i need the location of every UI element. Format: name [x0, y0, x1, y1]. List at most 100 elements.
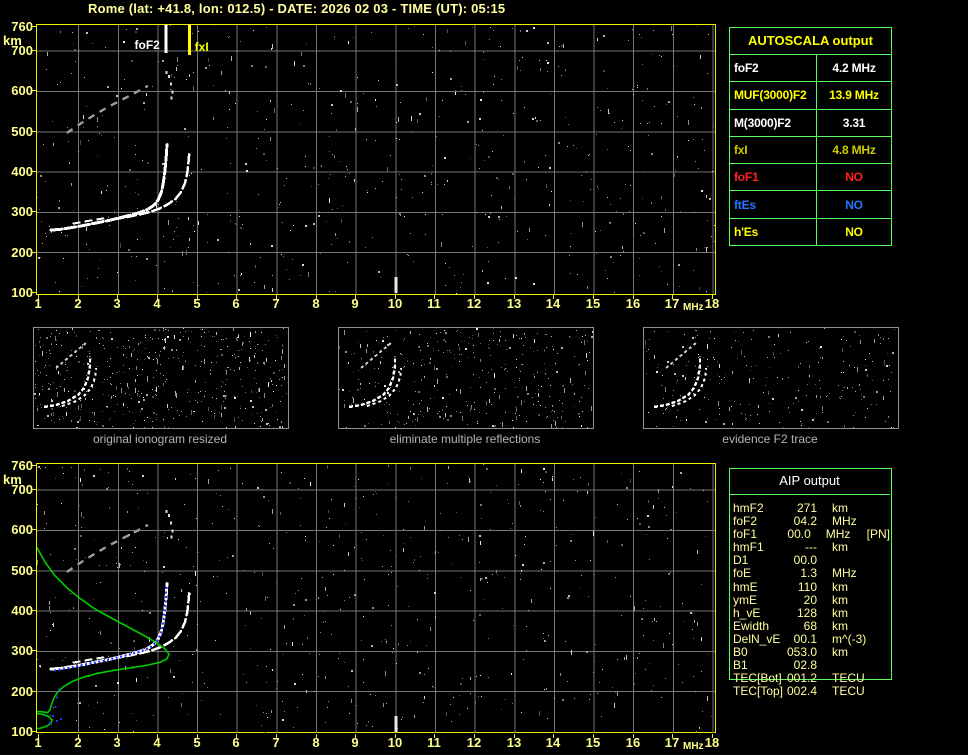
autoscala-row-muf3000f2: MUF(3000)F2 13.9 MHz [730, 81, 891, 109]
x-tick [633, 734, 634, 738]
echo-dot [168, 75, 171, 79]
x-tick [434, 295, 435, 299]
top-ionogram-canvas: foF2 fxI [37, 25, 715, 294]
echo-dot [171, 529, 174, 533]
aip-table-header: AIP output [729, 468, 890, 495]
y-tick [32, 489, 36, 490]
x-tick [197, 734, 198, 738]
x-tick [672, 734, 673, 738]
mini-second-hop [665, 342, 697, 369]
autoscala-row-label: foF1 [730, 164, 817, 191]
x-tick [157, 734, 158, 738]
aip-row-yme: ymE 20 km [733, 592, 890, 607]
mini-second-hop [360, 342, 392, 369]
y-tick [32, 131, 36, 132]
bottom-ionogram-canvas [37, 464, 715, 733]
fitted-stray-dot [59, 718, 62, 721]
x-tick [712, 295, 713, 299]
panel-evidence-f2-trace [643, 327, 899, 429]
x-axis-unit: MHz [683, 741, 704, 752]
autoscala-row-fof1: foF1 NO [730, 163, 891, 191]
x-tick [117, 734, 118, 738]
y-tick-label: 200 [11, 245, 33, 260]
y-tick-label: 500 [11, 563, 33, 578]
e-layer-loop [37, 712, 54, 730]
aip-cell-e: [PN] [866, 527, 890, 542]
x-tick [514, 734, 515, 738]
x-tick [276, 295, 277, 299]
aip-cell-n: ymE [733, 592, 757, 607]
y-tick [32, 465, 36, 466]
aip-cell-v: 20 [803, 592, 817, 607]
y-axis-unit: km [3, 33, 22, 48]
y-axis-unit: km [3, 472, 22, 487]
aip-cell-u: km [832, 540, 848, 555]
station-title: Rome (lat: +41.8, lon: 012.5) - DATE: 20… [88, 1, 506, 16]
x-tick [633, 295, 634, 299]
aip-cell-n: Ewidth [733, 618, 770, 633]
y-tick [32, 529, 36, 530]
aip-cell-n: TEC[Top] [733, 684, 784, 699]
autoscala-row-label: ftEs [730, 191, 817, 218]
aip-cell-v: 68 [803, 618, 817, 633]
autoscala-row-label: h'Es [730, 218, 817, 246]
y-tick [32, 292, 36, 293]
fitted-stray-dot [55, 720, 58, 723]
aip-cell-u: TECU [832, 684, 865, 699]
y-tick-label: 300 [11, 643, 33, 658]
y-tick [32, 50, 36, 51]
interference-mark [394, 716, 398, 732]
echo-dot [168, 514, 171, 518]
y-tick-label: 760 [11, 19, 33, 34]
interference-mark [394, 277, 398, 293]
x-tick [38, 734, 39, 738]
aip-cell-v: 1.3 [800, 566, 817, 581]
x-tick [117, 295, 118, 299]
y-tick-label: 400 [11, 603, 33, 618]
aip-row-hve: h_vE 128 km [733, 605, 890, 620]
aip-table-rows: hmF2 271 km foF2 04.2 MHz foF1 00.0 MHz [PN] hmF1-… [729, 495, 890, 698]
panel-caption-eliminate: eliminate multiple reflections [389, 432, 541, 446]
panel-canvas [34, 328, 287, 428]
aip-row-foe: foE 1.3 MHz [733, 567, 890, 580]
x-axis-unit: MHz [683, 302, 704, 313]
autoscala-row-label: MUF(3000)F2 [730, 82, 817, 109]
x-tick [78, 734, 79, 738]
x-tick [474, 734, 475, 738]
fof2-marker-label: foF2 [135, 38, 161, 52]
autoscala-table-header: AUTOSCALA output [748, 33, 873, 48]
aip-cell-n: h_vE [733, 605, 761, 620]
y-tick [32, 691, 36, 692]
autoscala-row-value: NO [845, 170, 863, 185]
y-tick [32, 731, 36, 732]
panel-canvas [645, 328, 895, 428]
y-tick [32, 90, 36, 91]
y-tick [32, 171, 36, 172]
bottom-ionogram-plot [36, 463, 716, 733]
aip-row-hme: hmE 110 km [733, 579, 890, 594]
autoscala-table-rows: foF2 4.2 MHz MUF(3000)F2 13.9 MHz M(3000)F2 3… [730, 54, 891, 246]
x-tick [355, 295, 356, 299]
x-tick [78, 295, 79, 299]
echo-dot [170, 82, 173, 86]
y-tick-label: 200 [11, 684, 33, 699]
fitted-stray-dot [55, 696, 58, 699]
echo-dot [165, 71, 168, 75]
autoscala-row-value: NO [845, 224, 863, 239]
fxi-marker-label: fxI [195, 40, 209, 54]
autoscala-row-label: M(3000)F2 [730, 109, 817, 136]
x-tick [593, 295, 594, 299]
autoscala-row-value: 13.9 MHz [829, 88, 879, 103]
x-tick [474, 295, 475, 299]
y-tick [32, 650, 36, 651]
aip-row-tectop: TEC[Top] 002.4 TECU [733, 685, 890, 698]
x-tick [236, 734, 237, 738]
fitted-stray-dot [57, 688, 60, 691]
y-tick [32, 252, 36, 253]
y-tick [32, 26, 36, 27]
panel-caption-original: original ionogram resized [92, 432, 228, 446]
aip-cell-n: hmE [733, 579, 758, 594]
y-tick-label: 300 [11, 204, 33, 219]
y-tick-label: 400 [11, 164, 33, 179]
x-tick [157, 295, 158, 299]
